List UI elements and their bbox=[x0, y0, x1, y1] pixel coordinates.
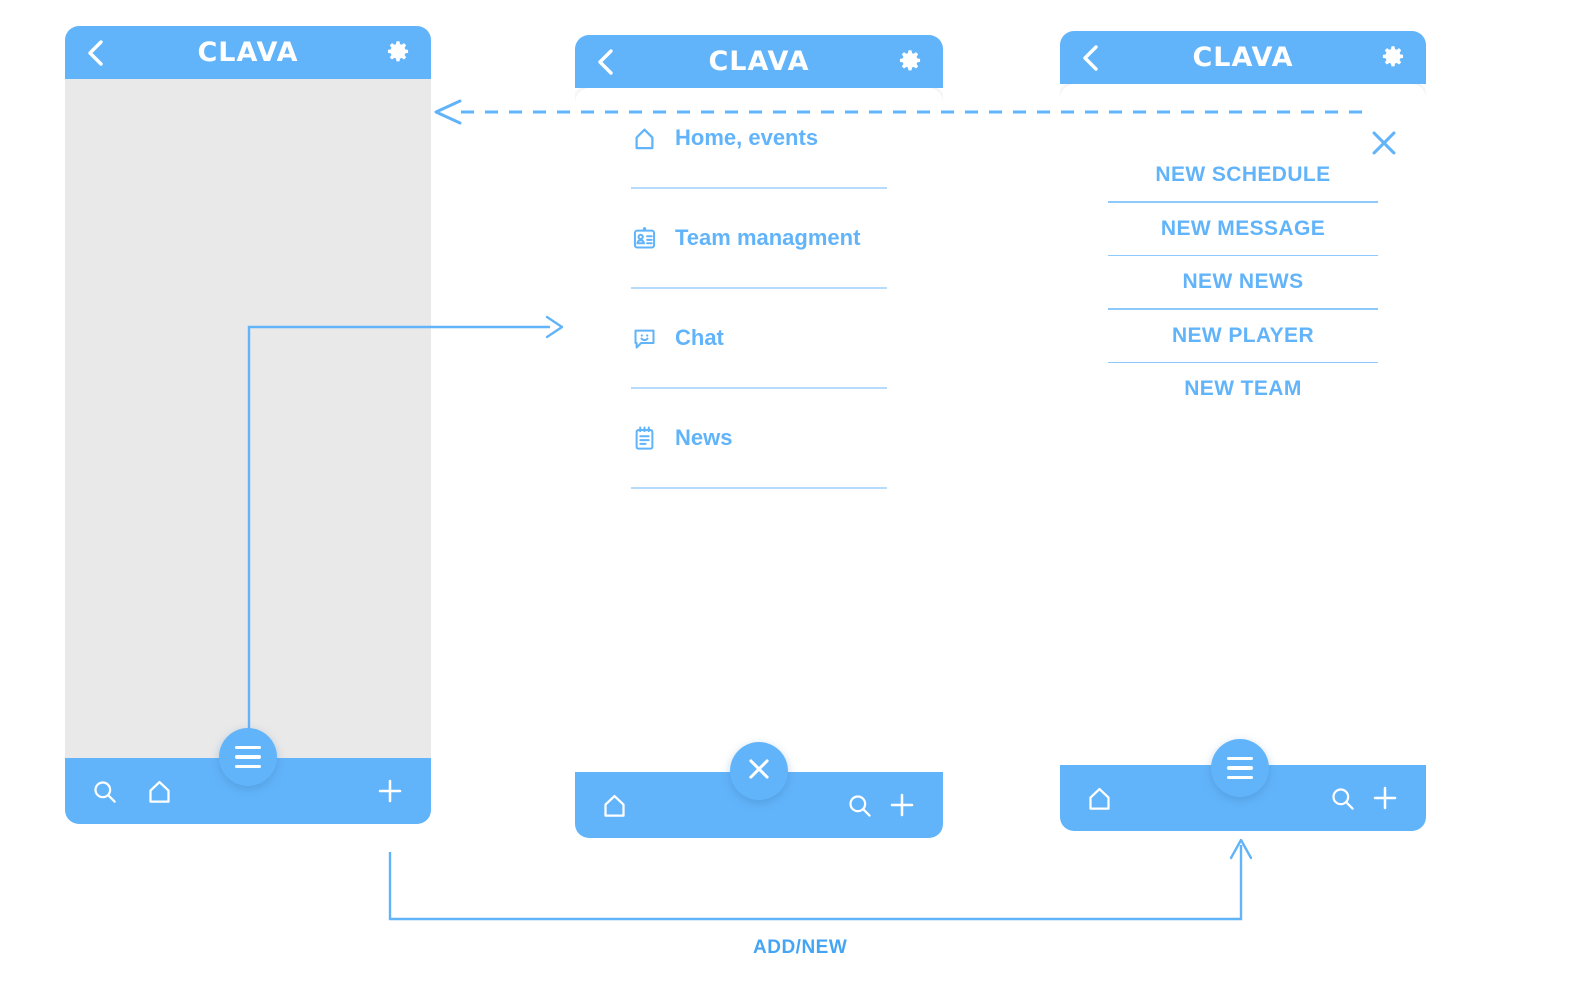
action-new-news[interactable]: NEW NEWS bbox=[1060, 270, 1426, 294]
close-sheet-button[interactable] bbox=[1364, 123, 1404, 163]
menu-divider bbox=[631, 287, 887, 289]
menu-divider bbox=[631, 487, 887, 489]
bottom-nav-right-group bbox=[1329, 783, 1400, 813]
flow-label-add-new: ADD/NEW bbox=[753, 937, 848, 958]
action-divider bbox=[1108, 254, 1378, 257]
app-title: CLAVA bbox=[708, 46, 810, 77]
back-chevron-icon[interactable] bbox=[85, 38, 111, 68]
search-icon[interactable] bbox=[1329, 785, 1356, 812]
menu-item-home-events[interactable]: Home, events bbox=[575, 111, 943, 165]
menu-item-label: Home, events bbox=[675, 125, 819, 150]
close-x-icon bbox=[744, 754, 774, 789]
bottom-nav-right-group bbox=[375, 776, 405, 806]
back-chevron-icon[interactable] bbox=[1080, 43, 1106, 73]
menu-item-label: Team managment bbox=[675, 225, 861, 250]
app-header: CLAVA bbox=[65, 26, 431, 79]
close-menu-fab[interactable] bbox=[730, 742, 788, 800]
phone-home-screen: CLAVA bbox=[65, 26, 431, 824]
phone-menu-screen: CLAVA Home, events Team managment Chat N… bbox=[575, 35, 943, 838]
chat-bubble-icon bbox=[631, 325, 675, 352]
connector-add-new bbox=[388, 838, 1253, 921]
action-divider bbox=[1108, 201, 1378, 203]
bottom-nav-right-group bbox=[846, 790, 917, 820]
gear-icon[interactable] bbox=[897, 49, 923, 75]
bottom-nav-left-group bbox=[91, 778, 173, 805]
notepad-icon bbox=[631, 425, 675, 452]
phone-body: CLAVA Home, events Team managment Chat N… bbox=[575, 35, 943, 838]
hamburger-menu-icon bbox=[235, 745, 261, 769]
home-content-area bbox=[65, 79, 431, 824]
mockup-canvas: CLAVA CLAVA Home, events Team managment … bbox=[0, 0, 1573, 986]
gear-icon[interactable] bbox=[385, 40, 411, 66]
plus-icon[interactable] bbox=[1370, 783, 1400, 813]
action-divider bbox=[1108, 308, 1378, 310]
hamburger-menu-fab[interactable] bbox=[1211, 739, 1269, 797]
plus-icon[interactable] bbox=[375, 776, 405, 806]
bottom-nav-left-group bbox=[1086, 785, 1113, 812]
hamburger-menu-icon bbox=[1227, 756, 1253, 780]
id-badge-icon bbox=[631, 225, 675, 252]
menu-item-chat[interactable]: Chat bbox=[575, 311, 943, 365]
menu-divider bbox=[631, 387, 887, 389]
add-new-action-list: NEW SCHEDULE NEW MESSAGE NEW NEWS NEW PL… bbox=[1060, 163, 1426, 401]
plus-icon[interactable] bbox=[887, 790, 917, 820]
search-icon[interactable] bbox=[846, 792, 873, 819]
menu-item-label: News bbox=[675, 425, 733, 450]
home-icon[interactable] bbox=[1086, 785, 1113, 812]
search-icon[interactable] bbox=[91, 778, 118, 805]
bottom-nav-left-group bbox=[601, 792, 628, 819]
menu-item-label: Chat bbox=[675, 325, 724, 350]
gear-icon[interactable] bbox=[1380, 45, 1406, 71]
home-icon[interactable] bbox=[601, 792, 628, 819]
home-icon bbox=[631, 125, 675, 152]
action-new-message[interactable]: NEW MESSAGE bbox=[1060, 217, 1426, 241]
phone-add-new-screen: CLAVA NEW SCHEDULE NEW MESSAGE NEW NEWS bbox=[1060, 31, 1426, 831]
phone-body: CLAVA NEW SCHEDULE NEW MESSAGE NEW NEWS bbox=[1060, 31, 1426, 831]
action-new-player[interactable]: NEW PLAYER bbox=[1060, 324, 1426, 348]
action-new-team[interactable]: NEW TEAM bbox=[1060, 377, 1426, 401]
menu-divider bbox=[631, 187, 887, 189]
app-header: CLAVA bbox=[575, 35, 943, 88]
hamburger-menu-fab[interactable] bbox=[219, 728, 277, 786]
app-title: CLAVA bbox=[1192, 42, 1294, 73]
home-icon[interactable] bbox=[146, 778, 173, 805]
menu-item-news[interactable]: News bbox=[575, 411, 943, 465]
action-new-schedule[interactable]: NEW SCHEDULE bbox=[1060, 163, 1426, 187]
phone-body: CLAVA bbox=[65, 26, 431, 824]
app-header: CLAVA bbox=[1060, 31, 1426, 84]
app-title: CLAVA bbox=[197, 37, 299, 68]
back-chevron-icon[interactable] bbox=[595, 47, 621, 77]
main-menu-list: Home, events Team managment Chat News bbox=[575, 111, 943, 511]
menu-item-team-management[interactable]: Team managment bbox=[575, 211, 943, 265]
action-divider bbox=[1108, 361, 1378, 364]
